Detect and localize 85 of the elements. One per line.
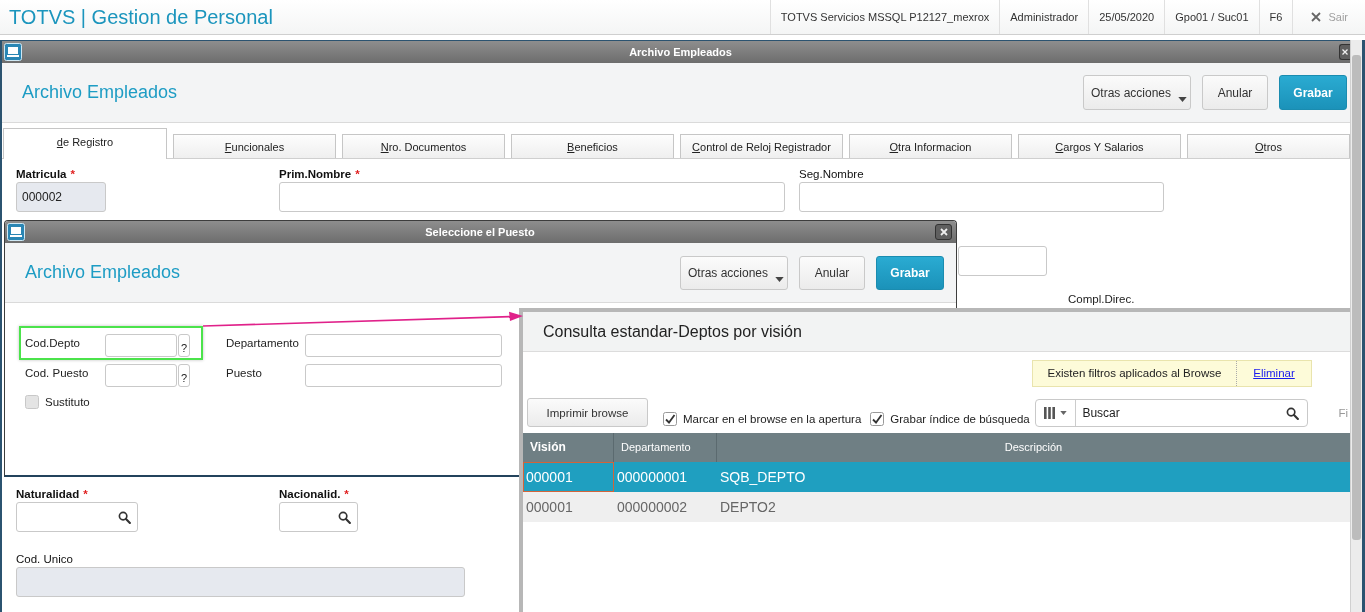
search-field[interactable]: Buscar: [1035, 399, 1309, 427]
tab[interactable]: Otros: [1187, 134, 1350, 158]
field-label: Naturalidad: [16, 487, 80, 501]
field-label: Seg.Nombre: [799, 167, 864, 181]
table-cell-text: 000000002: [616, 498, 689, 517]
close-button[interactable]: [935, 224, 952, 240]
close-icon: [1311, 12, 1322, 22]
columns-icon: [1044, 407, 1056, 419]
tab[interactable]: de Registro: [3, 128, 167, 159]
help-button[interactable]: ?: [178, 364, 190, 387]
input-field[interactable]: 000002: [16, 182, 106, 212]
checkbox-label[interactable]: Grabar índice de búsqueda: [890, 413, 1030, 425]
lookup-field[interactable]: [279, 502, 358, 532]
field-label: Departamento: [226, 336, 300, 350]
required-mark: *: [83, 487, 88, 501]
tab[interactable]: Otra Informacion: [849, 134, 1012, 158]
search-input[interactable]: Buscar: [1076, 401, 1283, 425]
search-icon[interactable]: [118, 510, 131, 524]
field-label: Nacionalid.: [279, 487, 341, 501]
tab[interactable]: Cargos Y Salarios: [1018, 134, 1181, 158]
tab[interactable]: Control de Reloj Registrador: [680, 134, 843, 158]
field-label: Prim.Nombre: [279, 167, 352, 181]
column-header[interactable]: Visión: [523, 433, 614, 462]
required-mark: *: [344, 487, 349, 501]
tab[interactable]: Funcionales: [173, 134, 336, 158]
input-field[interactable]: [305, 364, 502, 387]
search-icon[interactable]: [1286, 406, 1300, 420]
app-title: TOTVS | Gestion de Personal: [8, 5, 273, 29]
table-cell-text: 000000001: [616, 468, 689, 487]
field-label: Matricula: [16, 167, 67, 181]
input-field[interactable]: [958, 246, 1047, 276]
field-label: Cod. Unico: [16, 552, 73, 566]
panel-title: Consulta estandar-Deptos por visión: [543, 322, 802, 341]
close-icon: [1342, 49, 1348, 55]
field-label: Cod.Depto: [25, 336, 81, 350]
caret-icon: [1060, 411, 1068, 415]
header-info: TOTVS Servicios MSSQL P12127_mexrox: [769, 0, 1000, 34]
more-actions-button[interactable]: Otras acciones: [1083, 75, 1191, 110]
print-button[interactable]: Imprimir browse: [527, 398, 648, 427]
checkbox[interactable]: [663, 412, 677, 426]
search-icon[interactable]: [338, 510, 351, 524]
header-info: F6: [1258, 0, 1293, 34]
remove-filter-link[interactable]: Eliminar: [1236, 361, 1311, 386]
cancel-button[interactable]: Anular: [1202, 75, 1268, 110]
caret-icon: [775, 276, 784, 282]
header-info: Gpo01 / Suc01: [1164, 0, 1259, 34]
table-cell-text: SQB_DEPTO: [719, 468, 807, 487]
table-cell-text: DEPTO2: [719, 498, 777, 517]
caret-icon: [1178, 97, 1187, 102]
tab[interactable]: Nro. Documentos: [342, 134, 505, 158]
dialog-title: Seleccione el Puesto: [424, 226, 536, 238]
input-field[interactable]: [105, 334, 177, 357]
cancel-button[interactable]: Anular: [799, 255, 865, 290]
table-row[interactable]: 000001 000000002 DEPTO2: [523, 492, 1350, 522]
field-label: Compl.Direc.: [1068, 293, 1135, 306]
required-mark: *: [70, 167, 75, 181]
input-field[interactable]: [279, 182, 785, 212]
scrollbar-thumb[interactable]: [1352, 55, 1361, 540]
field-label: Cod. Puesto: [25, 366, 90, 380]
close-button[interactable]: [1339, 44, 1350, 60]
monitor-icon: [7, 223, 25, 241]
help-button[interactable]: ?: [178, 334, 190, 357]
filter-label: Fi: [1338, 406, 1348, 419]
table-cell: 000001: [523, 462, 614, 492]
field-label: Puesto: [226, 366, 263, 380]
input-field[interactable]: [105, 364, 177, 387]
checkbox[interactable]: [870, 412, 885, 426]
input-field[interactable]: [799, 182, 1164, 212]
column-header[interactable]: Descripción: [717, 433, 1350, 462]
notice-text: Existen filtros aplicados al Browse: [1046, 366, 1223, 381]
more-actions-button[interactable]: Otras acciones: [680, 255, 788, 290]
lookup-field[interactable]: [16, 502, 138, 532]
close-icon: [939, 228, 948, 236]
header-info: 25/05/2020: [1088, 0, 1165, 34]
required-mark: *: [355, 167, 360, 181]
window-title: Archivo Empleados: [628, 46, 733, 58]
input-field[interactable]: [16, 567, 465, 597]
page-heading: Archivo Empleados: [25, 262, 181, 283]
page-heading: Archivo Empleados: [22, 82, 178, 103]
tab[interactable]: Beneficios: [511, 134, 674, 158]
monitor-icon: [4, 43, 22, 61]
table-cell-text: 000001: [525, 498, 574, 517]
header-info: Administrador: [999, 0, 1089, 34]
checkbox-label[interactable]: Marcar en el browse en la apertura: [683, 413, 862, 425]
input-field[interactable]: [305, 334, 502, 357]
